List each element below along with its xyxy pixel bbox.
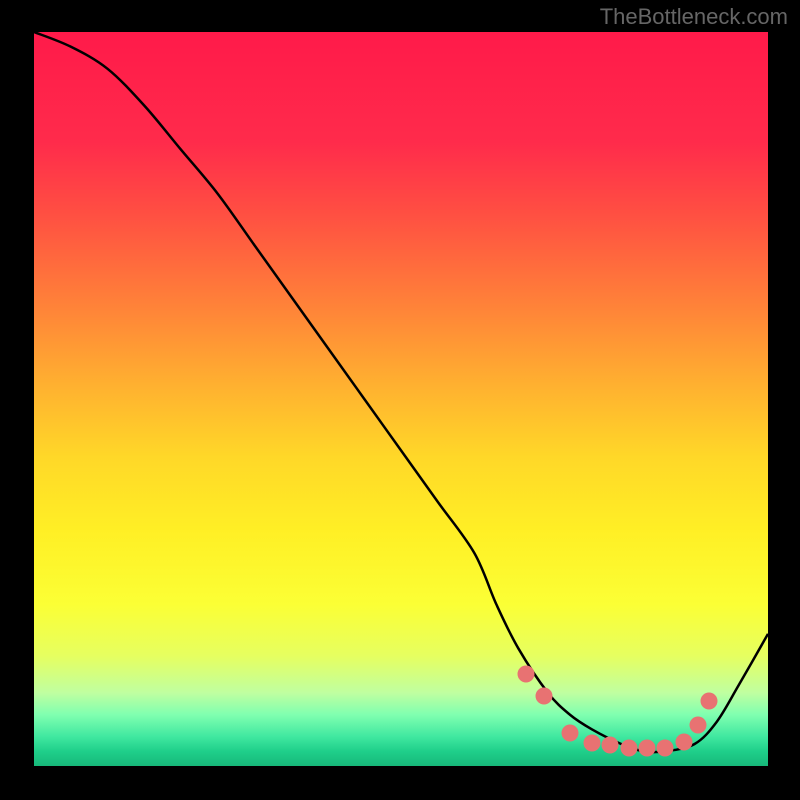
data-point (675, 733, 692, 750)
curve-svg (34, 32, 768, 766)
data-point (638, 740, 655, 757)
bottleneck-curve (34, 32, 768, 752)
data-point (536, 688, 553, 705)
watermark-text: TheBottleneck.com (600, 4, 788, 30)
data-point (602, 737, 619, 754)
data-point (517, 666, 534, 683)
data-point (561, 724, 578, 741)
data-point (657, 739, 674, 756)
data-point (583, 734, 600, 751)
chart-plot-area (34, 32, 768, 766)
data-point (620, 739, 637, 756)
data-point (690, 716, 707, 733)
data-point (701, 693, 718, 710)
